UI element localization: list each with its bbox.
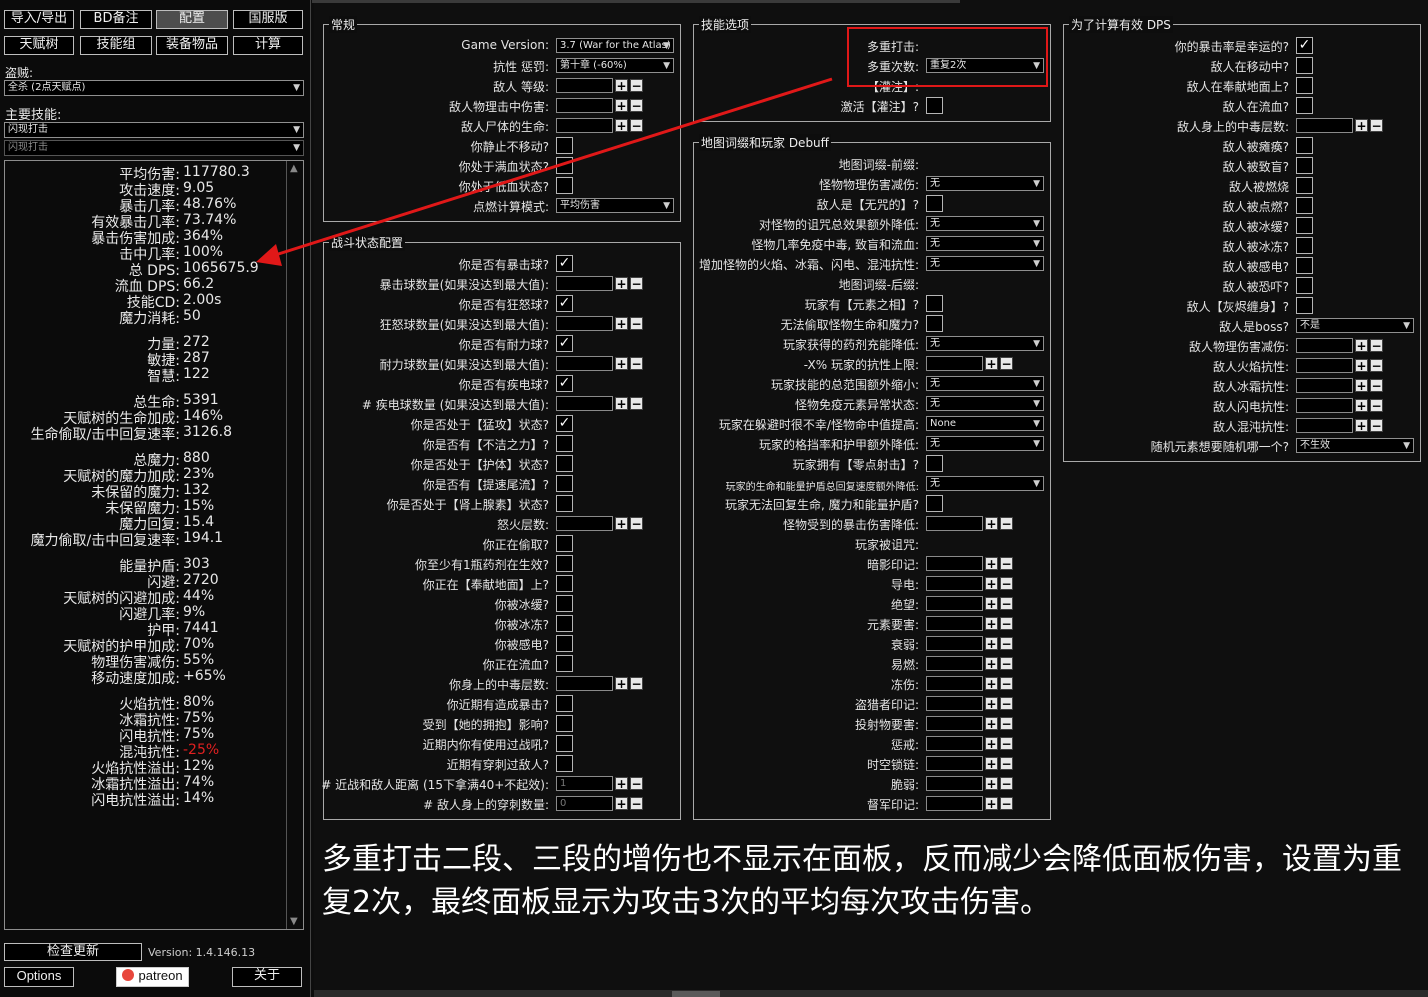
annotation-text: 多重打击二段、三段的增伤也不显示在面板，反而减少会降低面板伤害，设置为重复2次，… bbox=[322, 842, 1402, 920]
bottom-scroll-thumb[interactable] bbox=[672, 991, 720, 997]
bottom-scroll-strip bbox=[314, 990, 1428, 997]
